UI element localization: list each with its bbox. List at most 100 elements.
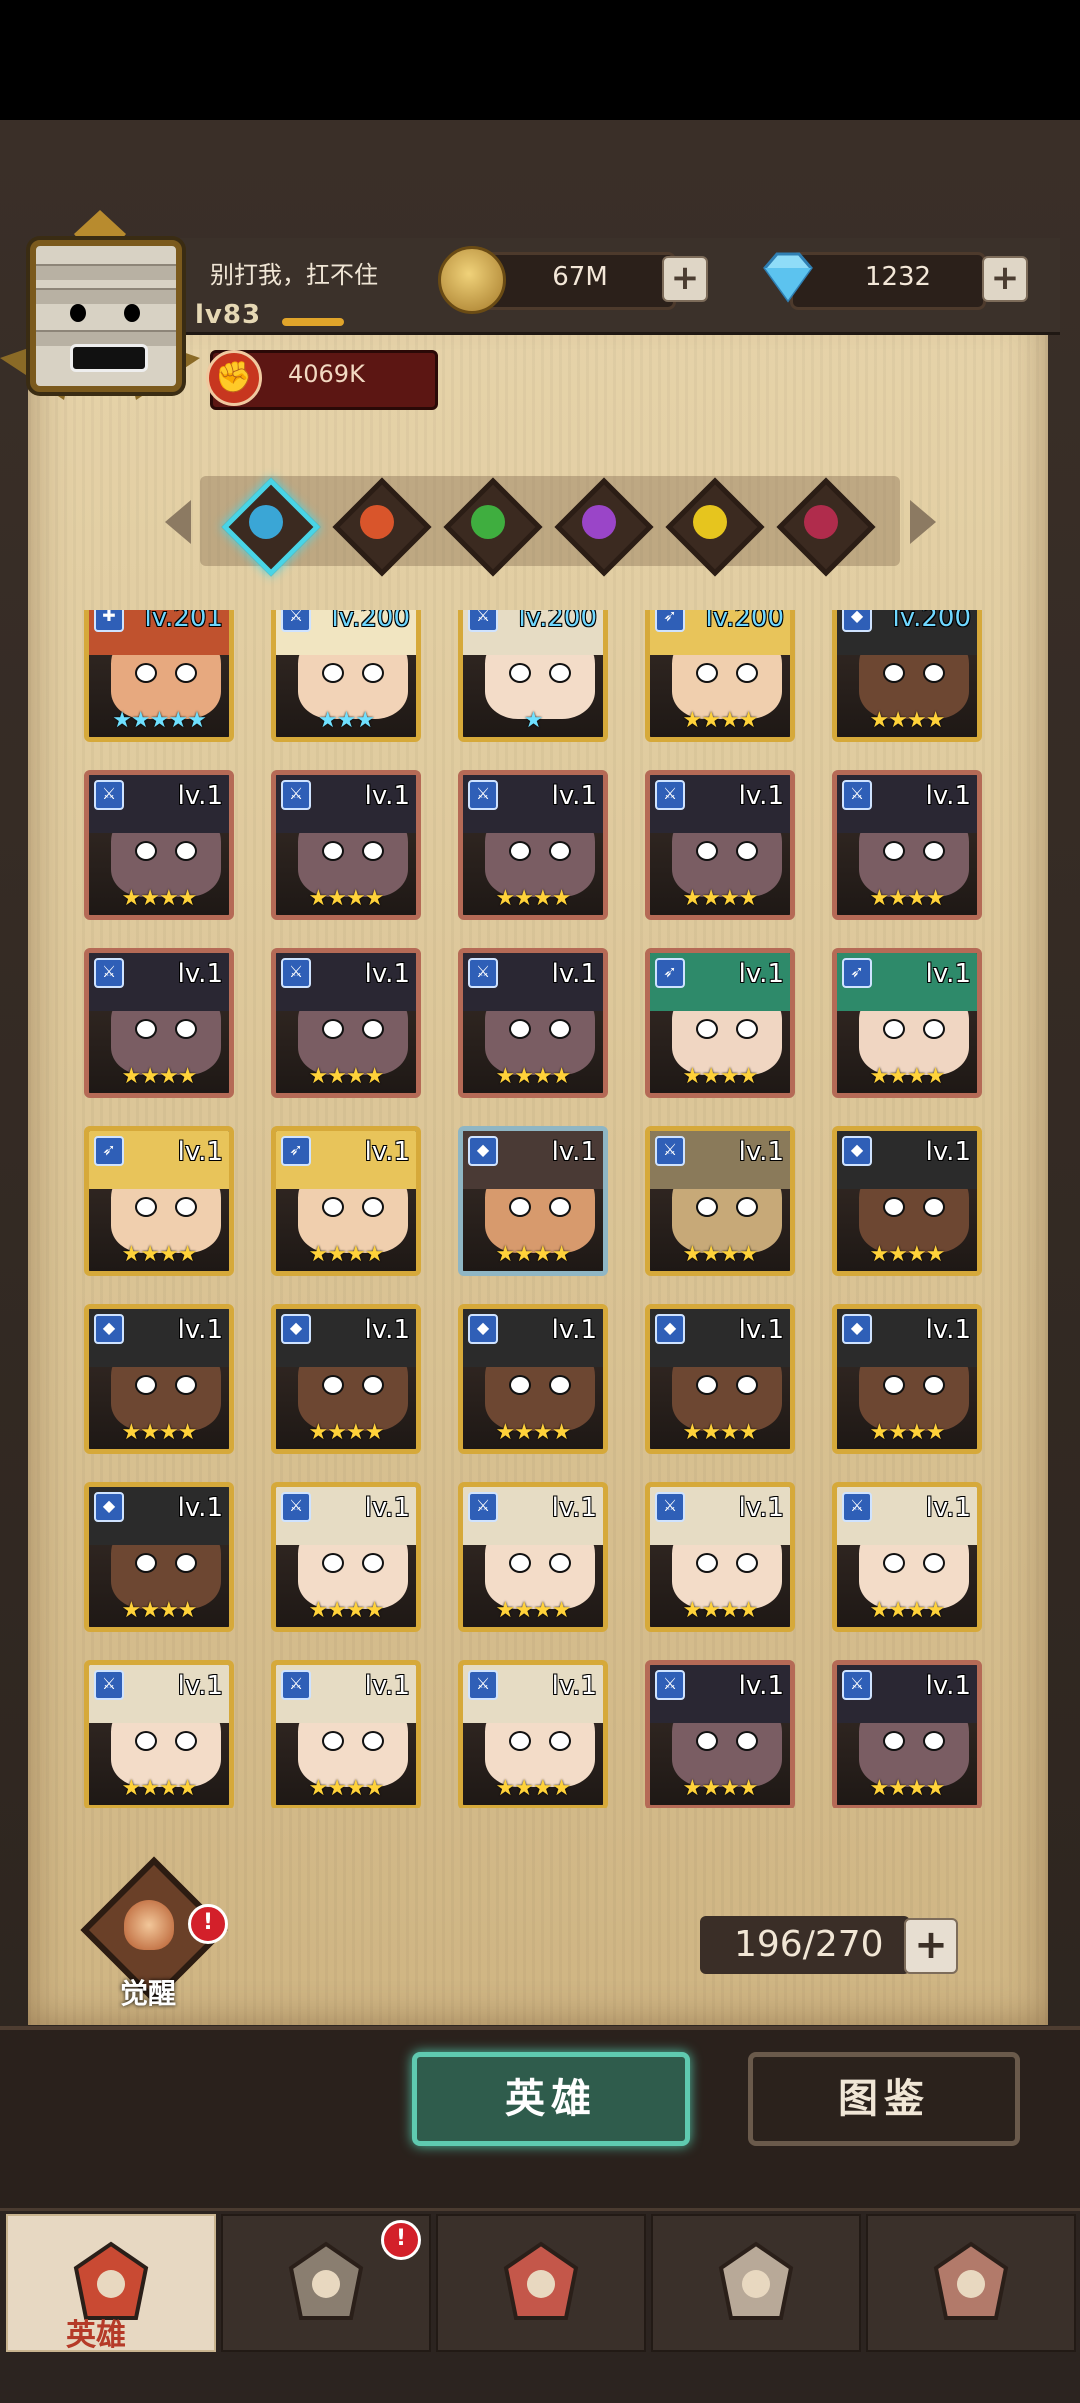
- hero-eye: [362, 1375, 384, 1395]
- hero-eye: [736, 663, 758, 683]
- faction-filter-1[interactable]: [332, 477, 432, 577]
- hero-eye: [736, 1375, 758, 1395]
- hero-class-icon: ⚔: [842, 1492, 872, 1522]
- hero-eye: [549, 1553, 571, 1573]
- player-avatar[interactable]: [0, 210, 200, 420]
- hero-card[interactable]: ⚔ lv.1 ★★★★: [832, 770, 982, 920]
- faction-filter-4[interactable]: [665, 477, 765, 577]
- hero-card[interactable]: ◆ lv.1 ★★★★: [271, 1304, 421, 1454]
- hero-class-icon: ⚔: [468, 1492, 498, 1522]
- filter-scroll-right-icon[interactable]: [910, 500, 936, 544]
- hero-eye: [135, 1375, 157, 1395]
- nav-item-4[interactable]: [866, 2214, 1076, 2352]
- hero-card[interactable]: ⚔ lv.1 ★★★★: [84, 1660, 234, 1808]
- hero-eye: [883, 1375, 905, 1395]
- hero-card[interactable]: ➶ lv.1 ★★★★: [84, 1126, 234, 1276]
- nature-faction-icon: [471, 505, 505, 539]
- hero-card[interactable]: ⚔ lv.1 ★★★★: [271, 770, 421, 920]
- hero-card[interactable]: ⚔ lv.1 ★★★★: [84, 770, 234, 920]
- add-gems-button[interactable]: +: [982, 256, 1028, 302]
- hero-level: lv.1: [551, 1493, 597, 1523]
- hero-card[interactable]: ✚ lv.201 ★★★★★: [84, 610, 234, 742]
- hero-card[interactable]: ⚔ lv.1 ★★★★: [271, 1660, 421, 1808]
- hero-card[interactable]: ◆ lv.1 ★★★★: [832, 1126, 982, 1276]
- awaken-alert-badge: !: [188, 1904, 228, 1944]
- hero-card[interactable]: ⚔ lv.1 ★★★★: [645, 1482, 795, 1632]
- hero-card[interactable]: ⚔ lv.1 ★★★★: [458, 770, 608, 920]
- hero-card[interactable]: ⚔ lv.1 ★★★★: [458, 1482, 608, 1632]
- hero-card[interactable]: ◆ lv.1 ★★★★: [84, 1482, 234, 1632]
- hero-eye: [549, 1197, 571, 1217]
- faction-filter-0[interactable]: [221, 477, 321, 577]
- hero-star-rating: ★★★★: [682, 1242, 759, 1267]
- hero-grid: ✚ lv.201 ★★★★★ ⚔ lv.200 ★★★ ⚔ lv.200 ★ ➶ lv.200 ★★★…: [0, 610, 1080, 1808]
- hero-eye: [322, 841, 344, 861]
- tab-codex[interactable]: 图鉴: [748, 2052, 1020, 2146]
- hero-card[interactable]: ⚔ lv.1 ★★★★: [271, 1482, 421, 1632]
- hero-class-icon: ◆: [468, 1314, 498, 1344]
- hero-class-icon: ⚔: [468, 780, 498, 810]
- war-banner-icon: [281, 2238, 371, 2328]
- nav-item-2[interactable]: [436, 2214, 646, 2352]
- hero-card[interactable]: ◆ lv.200 ★★★★: [832, 610, 982, 742]
- hero-card[interactable]: ⚔ lv.1 ★★★★: [271, 948, 421, 1098]
- hero-level: lv.1: [364, 1137, 410, 1167]
- hero-card[interactable]: ➶ lv.200 ★★★★: [645, 610, 795, 742]
- nav-label: 英雄: [66, 2318, 126, 2353]
- hero-level: lv.1: [551, 1315, 597, 1345]
- hero-level: lv.1: [925, 959, 971, 989]
- hero-level: lv.1: [738, 959, 784, 989]
- hero-class-icon: ◆: [655, 1314, 685, 1344]
- hero-class-icon: ◆: [281, 1314, 311, 1344]
- hero-eye: [923, 663, 945, 683]
- hero-card[interactable]: ◆ lv.1 ★★★★: [645, 1304, 795, 1454]
- hero-level: lv.1: [738, 781, 784, 811]
- hero-card[interactable]: ⚔ lv.1 ★★★★: [458, 1660, 608, 1808]
- hero-card[interactable]: ⚔ lv.1 ★★★★: [832, 1482, 982, 1632]
- hero-class-icon: ◆: [468, 1136, 498, 1166]
- hero-level: lv.1: [925, 1137, 971, 1167]
- hero-card[interactable]: ◆ lv.1 ★★★★: [458, 1304, 608, 1454]
- filter-scroll-left-icon[interactable]: [165, 500, 191, 544]
- hero-level: lv.1: [177, 1671, 223, 1701]
- hero-card[interactable]: ➶ lv.1 ★★★★: [832, 948, 982, 1098]
- hero-class-icon: ⚔: [655, 1136, 685, 1166]
- hero-card[interactable]: ◆ lv.1 ★★★★: [832, 1304, 982, 1454]
- faction-filter-5[interactable]: [776, 477, 876, 577]
- hero-card[interactable]: ➶ lv.1 ★★★★: [271, 1126, 421, 1276]
- hero-eye: [883, 1553, 905, 1573]
- faction-filter-2[interactable]: [443, 477, 543, 577]
- expand-capacity-button[interactable]: +: [904, 1918, 958, 1974]
- hero-card[interactable]: ➶ lv.1 ★★★★: [645, 948, 795, 1098]
- hero-card[interactable]: ⚔ lv.1 ★★★★: [645, 1660, 795, 1808]
- hero-eye: [135, 841, 157, 861]
- hero-level: lv.1: [177, 1137, 223, 1167]
- hero-card[interactable]: ⚔ lv.200 ★: [458, 610, 608, 742]
- nav-item-3[interactable]: [651, 2214, 861, 2352]
- hero-level: lv.1: [551, 1671, 597, 1701]
- hero-card[interactable]: ⚔ lv.1 ★★★★: [645, 1126, 795, 1276]
- hero-eye: [322, 1375, 344, 1395]
- hero-class-icon: ➶: [655, 958, 685, 988]
- hero-card[interactable]: ◆ lv.1 ★★★★: [84, 1304, 234, 1454]
- hero-level: lv.1: [364, 781, 410, 811]
- hero-eye: [736, 841, 758, 861]
- hero-card[interactable]: ⚔ lv.1 ★★★★: [458, 948, 608, 1098]
- add-gold-button[interactable]: +: [662, 256, 708, 302]
- nav-item-1[interactable]: !: [221, 2214, 431, 2352]
- hero-class-icon: ⚔: [281, 610, 311, 632]
- hero-eye: [175, 1553, 197, 1573]
- tab-heroes[interactable]: 英雄: [412, 2052, 690, 2146]
- hero-card[interactable]: ◆ lv.1 ★★★★: [458, 1126, 608, 1276]
- hero-level: lv.200: [705, 610, 784, 633]
- hero-card[interactable]: ⚔ lv.1 ★★★★: [84, 948, 234, 1098]
- hero-eye: [362, 1197, 384, 1217]
- hero-card[interactable]: ⚔ lv.1 ★★★★: [645, 770, 795, 920]
- hero-eye: [736, 1553, 758, 1573]
- hero-card[interactable]: ⚔ lv.200 ★★★: [271, 610, 421, 742]
- hero-star-rating: ★★★★: [308, 1420, 385, 1445]
- hero-card[interactable]: ⚔ lv.1 ★★★★: [832, 1660, 982, 1808]
- crossed-swords-icon: [496, 2238, 586, 2328]
- nav-item-0[interactable]: 英雄: [6, 2214, 216, 2353]
- faction-filter-3[interactable]: [554, 477, 654, 577]
